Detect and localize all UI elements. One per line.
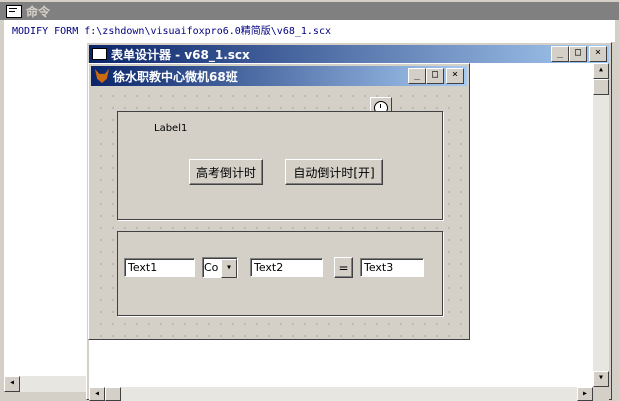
designer-vscrollbar[interactable]: ▴ ▾ [593, 63, 609, 387]
form-caption: 徐水职教中心微机68班 [113, 69, 238, 84]
hscroll-right-button[interactable]: ▸ [577, 387, 593, 401]
chevron-down-icon[interactable]: ▾ [221, 259, 237, 278]
form-titlebar[interactable]: 徐水职教中心微机68班 _ □ × [91, 66, 467, 86]
minimize-icon[interactable]: _ [551, 46, 569, 62]
size-grip[interactable] [593, 387, 609, 401]
scroll-down-button[interactable]: ▾ [593, 371, 609, 387]
form-window[interactable]: 徐水职教中心微机68班 _ □ × Label1 高考倒计时 自动倒计时[开] … [88, 63, 470, 340]
hscroll-thumb[interactable] [105, 387, 121, 401]
form-close-icon[interactable]: × [446, 68, 464, 84]
command-text: MODIFY FORM f:\zshdown\visuaifoxpro6.0精简… [12, 26, 331, 37]
form-minimize-icon[interactable]: _ [408, 68, 426, 84]
form-designer-icon [92, 48, 107, 60]
form-body[interactable]: Label1 高考倒计时 自动倒计时[开] Text1 Co ▾ Text2 =… [91, 86, 467, 337]
scroll-left-button[interactable]: ◂ [4, 376, 20, 392]
upper-container[interactable]: Label1 高考倒计时 自动倒计时[开] [117, 111, 443, 220]
gaokao-countdown-button[interactable]: 高考倒计时 [189, 159, 263, 185]
command-hscrollbar[interactable]: ◂ [4, 376, 88, 392]
outer-right-edge [612, 42, 619, 400]
fox-logo-icon [95, 69, 109, 83]
command-window-icon [6, 4, 22, 18]
auto-countdown-button[interactable]: 自动倒计时[开] [285, 159, 383, 185]
designer-hscrollbar[interactable]: ◂ ▸ [89, 387, 593, 401]
lower-container[interactable]: Text1 Co ▾ Text2 = Text3 [117, 231, 443, 316]
text3-field[interactable]: Text3 [360, 258, 424, 277]
command-window-titlebar[interactable]: 命令 [0, 2, 619, 20]
text2-field[interactable]: Text2 [250, 258, 323, 277]
designer-titlebar[interactable]: 表单设计器 - v68_1.scx _ □ × [89, 45, 609, 63]
form-maximize-icon[interactable]: □ [426, 68, 444, 84]
command-window-title: 命令 [26, 4, 51, 19]
text1-field[interactable]: Text1 [124, 258, 195, 277]
scroll-up-button[interactable]: ▴ [593, 63, 609, 79]
maximize-icon[interactable]: □ [569, 46, 587, 62]
designer-title: 表单设计器 - v68_1.scx [111, 47, 250, 62]
equals-button[interactable]: = [334, 257, 353, 278]
scroll-thumb[interactable] [593, 79, 609, 95]
label1: Label1 [154, 123, 188, 134]
operator-combo[interactable]: Co ▾ [202, 257, 238, 278]
close-icon[interactable]: × [589, 46, 607, 62]
combo-value: Co [204, 261, 219, 274]
hscroll-left-button[interactable]: ◂ [89, 387, 105, 401]
